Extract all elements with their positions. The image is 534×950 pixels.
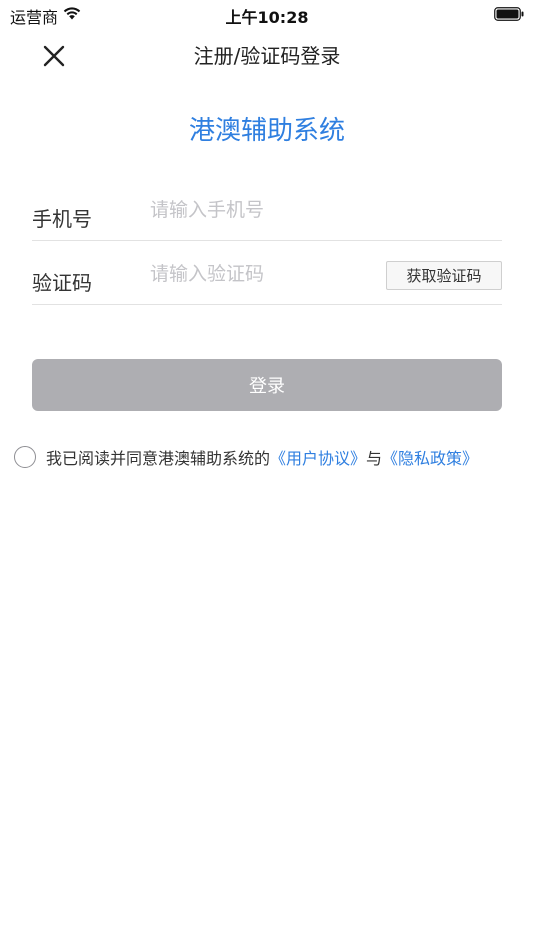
agreement-prefix: 我已阅读并同意港澳辅助系统的 (46, 449, 271, 468)
status-bar: 运营商 上午10:28 (0, 0, 534, 28)
phone-label: 手机号 (32, 207, 92, 231)
phone-input[interactable] (150, 195, 370, 225)
code-label: 验证码 (32, 271, 92, 295)
status-time: 上午10:28 (225, 8, 309, 27)
login-button[interactable]: 登录 (32, 359, 502, 411)
agreement-row: 我已阅读并同意港澳辅助系统的 《用户协议》 与 《隐私政策》 (14, 445, 478, 469)
agree-checkbox[interactable] (14, 446, 36, 468)
privacy-policy-link[interactable]: 《隐私政策》 (382, 445, 478, 469)
app-title: 港澳辅助系统 (188, 116, 345, 146)
page-title: 注册/验证码登录 (193, 44, 341, 68)
phone-row: 手机号 (32, 177, 502, 241)
battery-icon (494, 7, 524, 21)
agreement-and: 与 (366, 449, 383, 468)
user-agreement-link[interactable]: 《用户协议》 (270, 445, 366, 469)
nav-bar: 注册/验证码登录 (0, 28, 534, 80)
code-input[interactable] (150, 259, 370, 289)
code-row: 验证码 获取验证码 (32, 241, 502, 305)
get-code-button[interactable]: 获取验证码 (386, 261, 502, 290)
login-screen: 运营商 上午10:28 注册/验证码登录 港澳辅助系统 手机号 验证码 获取验 (0, 0, 534, 950)
